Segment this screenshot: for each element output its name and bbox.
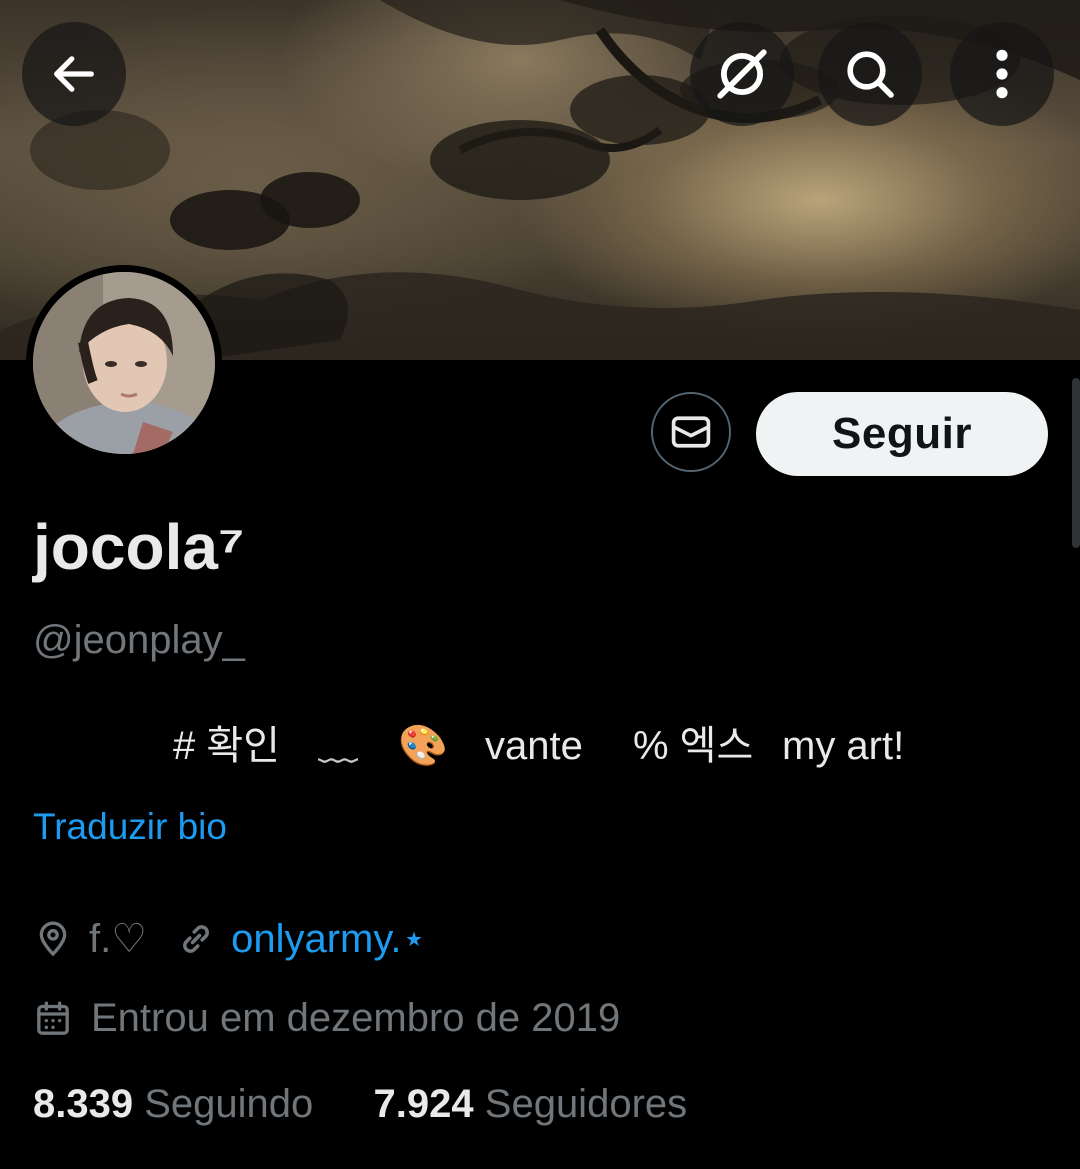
search-button[interactable] (818, 22, 922, 126)
following-label: Seguindo (144, 1082, 314, 1126)
profile-meta: f.♡ onlyarmy.⋆ (33, 916, 427, 962)
follow-button[interactable]: Seguir (756, 392, 1048, 476)
bio-part-hashtag: # 확인 (173, 724, 280, 768)
followers-label: Seguidores (484, 1082, 688, 1126)
bio-part-vante: vante (485, 724, 583, 768)
location-text: f.♡ (89, 917, 148, 961)
more-options-button[interactable] (950, 22, 1054, 126)
join-date: Entrou em dezembro de 2019 (91, 996, 621, 1040)
follow-stats: 8.339 Seguindo 7.924 Seguidores (33, 1082, 687, 1127)
avatar-photo (33, 272, 215, 454)
arrow-left-icon (54, 56, 94, 92)
bio-part-palette: 🎨 (398, 724, 448, 768)
website-link[interactable]: onlyarmy.⋆ (231, 916, 426, 962)
following-link[interactable]: 8.339 Seguindo (33, 1082, 324, 1126)
grok-icon (717, 49, 767, 99)
display-name: jocola⁷ (33, 511, 245, 583)
avatar[interactable] (26, 265, 222, 461)
username-handle: @jeonplay_ (33, 618, 245, 662)
calendar-icon (37, 1001, 69, 1035)
scrollbar[interactable] (1072, 378, 1080, 548)
followers-link[interactable]: 7.924 Seguidores (374, 1082, 688, 1126)
grok-button[interactable] (690, 22, 794, 126)
search-icon (847, 51, 894, 98)
translate-bio-link[interactable]: Traduzir bio (33, 806, 227, 848)
back-button[interactable] (22, 22, 126, 126)
join-date-row: Entrou em dezembro de 2019 (33, 996, 620, 1041)
location-pin-icon (39, 921, 67, 957)
message-button[interactable] (651, 392, 731, 472)
bio-part-wave: ﹏ (318, 724, 358, 768)
followers-count: 7.924 (373, 1082, 474, 1126)
bio: # 확인 ﹏ 🎨 vante % 엑스 my art! (0, 716, 1080, 786)
bio-part-ex: % 엑스 (633, 724, 754, 768)
envelope-icon (671, 416, 711, 448)
more-vertical-icon (996, 49, 1008, 99)
link-icon (183, 925, 210, 953)
bio-part-my-art: my art! (782, 724, 905, 768)
following-count: 8.339 (33, 1082, 134, 1126)
